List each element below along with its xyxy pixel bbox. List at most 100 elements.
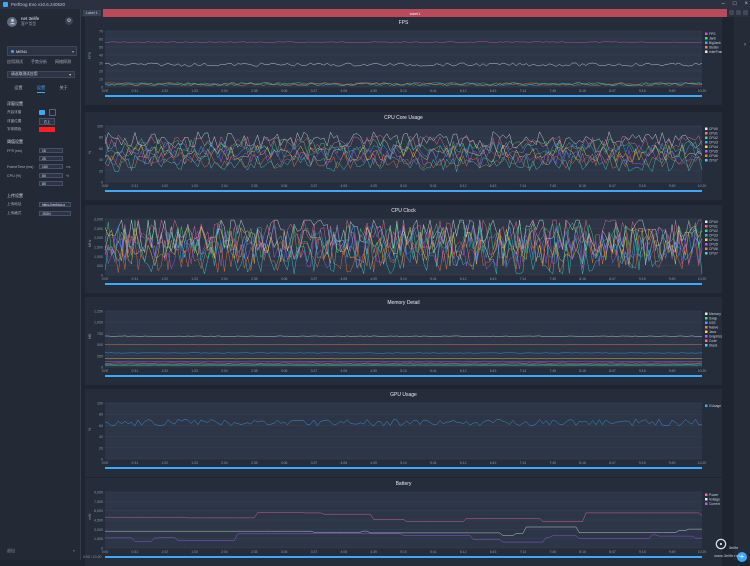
logout-button[interactable]: 退出 <box>7 548 15 554</box>
tab-about[interactable]: 关于 <box>59 85 67 93</box>
collapse-icon[interactable]: « <box>73 548 75 554</box>
legend-swatch <box>705 229 708 232</box>
legend-label: GUsage <box>709 404 721 408</box>
y-axis-label: MHz <box>88 239 92 247</box>
legend-swatch <box>705 127 708 130</box>
tab-settings-1[interactable]: 设置 <box>14 85 22 93</box>
chart-panel-5[interactable]: Battery 9,000 7,500 6,000 4,500 3,000 1,500 0 mW… <box>85 478 722 566</box>
y-tick-label: 6,000 <box>94 509 103 513</box>
legend-swatch <box>705 132 708 135</box>
x-tick-label: 7:14 <box>520 277 527 281</box>
chart-panel-3[interactable]: Memory Detail 1,250 1,000 750 500 250 0 MB 0:00 0… <box>85 297 722 385</box>
timeline-scrubber[interactable] <box>105 190 702 192</box>
upload-section-title: 上传设置 <box>7 193 23 198</box>
font-color-swatch[interactable] <box>39 127 55 132</box>
timeline-scrubber[interactable] <box>105 467 702 469</box>
x-tick-label: 2:04 <box>221 461 228 465</box>
y-tick-label: 7,500 <box>94 500 103 504</box>
settings-icon[interactable] <box>743 10 748 15</box>
chart-panel-4[interactable]: GPU Usage 100 80 60 40 20 0% 0:00 0:31 1:02 1:33 2:… <box>85 389 722 477</box>
x-tick-label: 4:39 <box>370 369 377 373</box>
legend-label: CPU6 <box>709 154 718 158</box>
x-tick-label: 4:08 <box>340 369 347 373</box>
x-tick-label: 5:41 <box>430 277 437 281</box>
x-tick-label: 8:16 <box>579 184 586 188</box>
timeline-scrubber[interactable] <box>105 375 702 377</box>
x-tick-label: 5:41 <box>430 184 437 188</box>
fps-threshold-input-1[interactable]: 15 <box>39 148 63 153</box>
mode-tab-app[interactable]: 应用测试 <box>7 59 23 65</box>
mode-tab-network[interactable]: 网络探测 <box>55 59 71 65</box>
frametime-input[interactable]: 100 <box>39 164 63 169</box>
float-enable-checkbox[interactable] <box>39 110 45 115</box>
float-enable-row: 开启浮窗 <box>7 109 75 116</box>
mode-tabs: 应用测试 手势分析 网络探测 <box>7 59 71 65</box>
y-tick-label: 60 <box>99 424 103 428</box>
y-tick-label: 80 <box>99 136 103 140</box>
frametime-row: FrameTime (ms) 100 ms <box>7 164 75 169</box>
y-tick-label: 1,250 <box>94 310 103 314</box>
help-icon[interactable] <box>729 10 734 15</box>
legend-label: CPU0 <box>709 220 718 224</box>
float-position-select[interactable]: 右上 <box>39 118 55 125</box>
x-tick-label: 6:12 <box>460 461 467 465</box>
x-tick-label: 6:12 <box>460 277 467 281</box>
x-tick-label: 2:04 <box>221 89 228 93</box>
float-alt-checkbox[interactable] <box>49 109 56 116</box>
x-tick-label: 0:00 <box>102 369 109 373</box>
case-header: Label 1 label1 <box>81 9 750 17</box>
case-name-bar[interactable]: label1 <box>103 9 727 17</box>
timeline-scrubber[interactable] <box>105 95 702 97</box>
fps-threshold-row: FPS (ms) 15 <box>7 148 75 153</box>
avatar[interactable] <box>7 16 17 27</box>
legend-swatch <box>705 339 708 342</box>
x-tick-label: 0:31 <box>132 369 139 373</box>
legend-label: Swap <box>709 317 717 321</box>
maximize-button[interactable]: □ <box>733 1 737 7</box>
cpu-threshold-label: CPU (%) <box>7 173 22 178</box>
user-info[interactable]: net 3elife 客户类型 <box>7 16 39 27</box>
y-tick-label: 80 <box>99 413 103 417</box>
upload-url-input[interactable]: https://perfdog.q <box>39 202 71 207</box>
cpu-threshold-input-2[interactable]: 80 <box>39 181 63 186</box>
timeline-scrubber[interactable] <box>105 283 702 285</box>
y-axis-label: FPS <box>88 51 92 59</box>
x-tick-label: 9:49 <box>669 184 676 188</box>
legend-label: Power <box>709 493 719 497</box>
x-tick-label: 2:35 <box>251 461 258 465</box>
x-tick-label: 9:49 <box>669 461 676 465</box>
device-select[interactable]: MEN1 ▾ <box>7 46 77 56</box>
x-tick-label: 8:47 <box>609 369 616 373</box>
screenshot-icon[interactable] <box>736 10 741 15</box>
chart-panel-2[interactable]: CPU Clock 3,000 2,500 2,000 1,500 1,000 500 0 MH… <box>85 205 722 293</box>
legend-label: VSS <box>709 321 716 325</box>
chart-svg: 9,0007,5006,0004,5003,0001,5000mW0:00 0:3… <box>88 491 720 558</box>
chevron-right-icon[interactable]: › <box>744 42 746 48</box>
y-tick-label: 2,000 <box>94 236 103 240</box>
float-enable-label: 开启浮窗 <box>7 110 22 114</box>
x-tick-label: 4:39 <box>370 461 377 465</box>
upload-format-select[interactable]: JSON <box>39 211 71 216</box>
mode-tab-gesture[interactable]: 手势分析 <box>31 59 47 65</box>
legend-swatch <box>705 317 708 320</box>
gear-icon[interactable]: ⚙ <box>65 17 73 25</box>
cpu-threshold-input-1[interactable]: 60 <box>39 173 63 178</box>
chart-panel-0[interactable]: FPS 70 60 50 40 30 20 10 0 FPS 0:00 0:31 1:02 1:33 2:0… <box>85 17 722 105</box>
tab-settings-2[interactable]: 设置 <box>36 85 46 93</box>
x-tick-label: 10:20 <box>698 184 707 188</box>
legend-label: Current <box>709 502 720 506</box>
case-tab[interactable]: Label 1 <box>83 10 101 16</box>
y-tick-label: 20 <box>99 70 103 74</box>
y-tick-label: 1,500 <box>94 246 103 250</box>
app-select[interactable]: 请选取测试应用 ▾ <box>7 71 75 78</box>
fps-threshold-input-2[interactable]: 25 <box>39 156 63 161</box>
cpu-threshold-row-2: 80 <box>7 181 75 186</box>
x-tick-label: 4:08 <box>340 461 347 465</box>
x-tick-label: 2:04 <box>221 184 228 188</box>
chart-panel-1[interactable]: CPU Core Usage 100 80 60 40 20 0% 0:00 0:31 1:02 1… <box>85 112 722 200</box>
chevron-down-icon: ▾ <box>71 48 74 54</box>
x-tick-label: 5:41 <box>430 369 437 373</box>
close-button[interactable]: × <box>744 1 748 7</box>
x-tick-label: 7:14 <box>520 184 527 188</box>
minimize-button[interactable]: – <box>722 1 725 7</box>
